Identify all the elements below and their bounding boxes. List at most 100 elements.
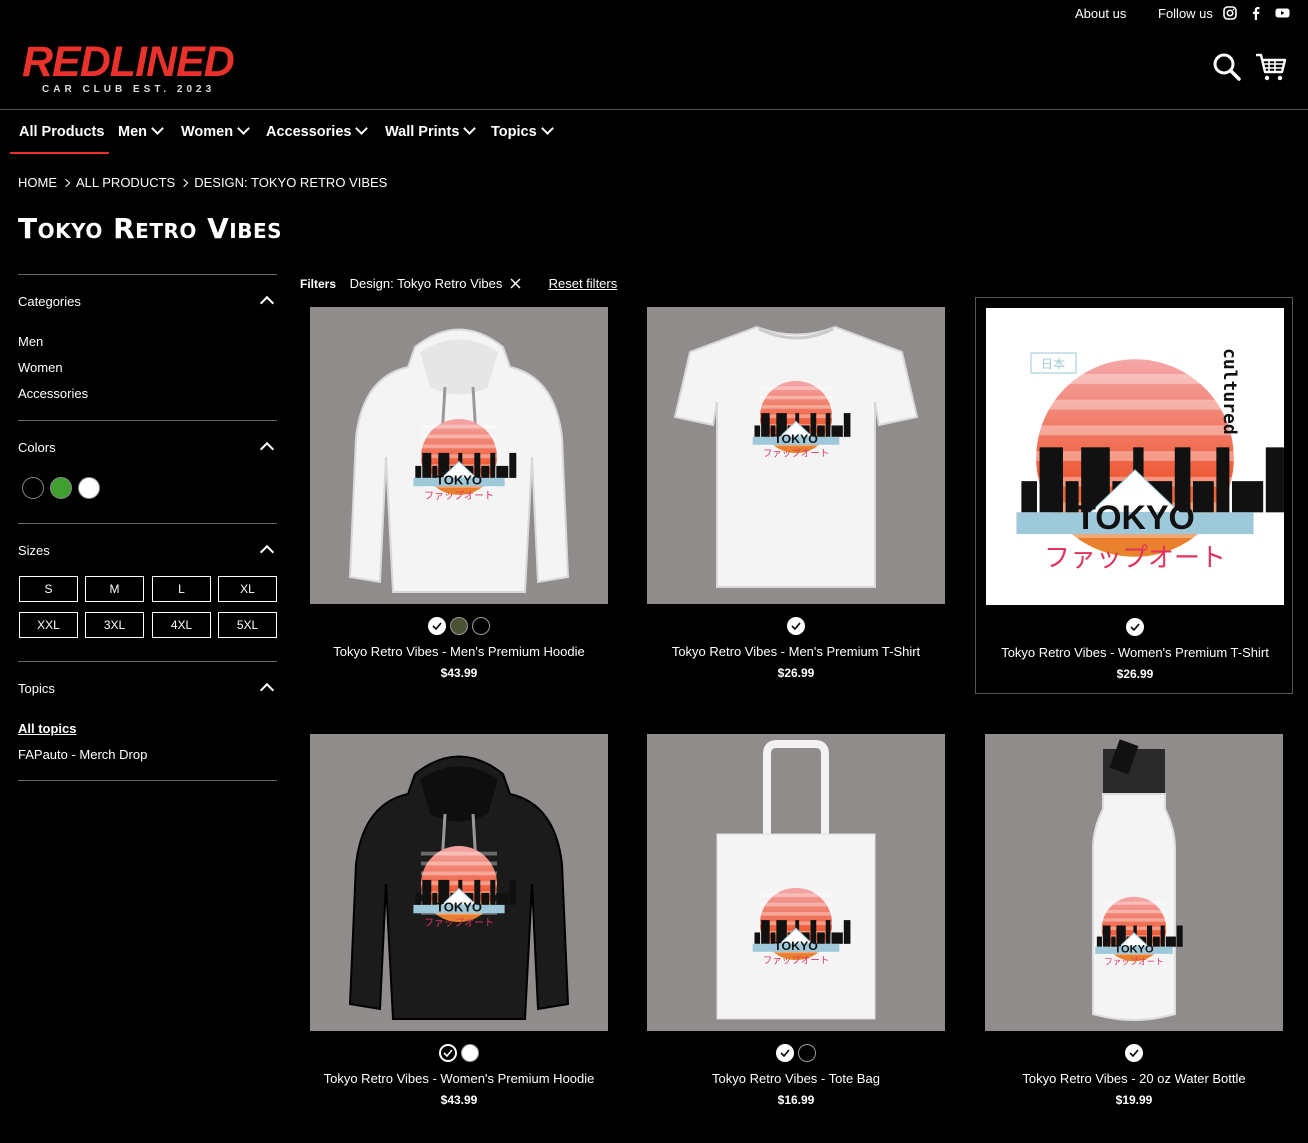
product-price: $43.99 — [440, 1093, 478, 1107]
product-image[interactable]: TOKYO ファップオート cultured 日本 — [986, 308, 1284, 605]
product-card[interactable]: TOKYO ファップオート Tokyo Retro Vibes - Men's … — [300, 297, 618, 694]
color-options — [300, 617, 618, 635]
nav-accessories[interactable]: Accessories — [266, 122, 369, 140]
color-option[interactable] — [787, 617, 805, 635]
color-options — [300, 1044, 618, 1062]
color-options — [976, 618, 1294, 636]
product-card[interactable]: TOKYO ファップオート Tokyo Retro Vibes - Men's … — [637, 297, 955, 694]
breadcrumb: HOME ALL PRODUCTS DESIGN: TOKYO RETRO VIBE… — [18, 175, 387, 190]
product-card[interactable]: TOKYO ファップオート Tokyo Retro Vibes - Tote B… — [637, 724, 955, 1121]
chevron-up-icon[interactable] — [259, 682, 275, 698]
cart-icon[interactable] — [1254, 50, 1288, 84]
chevron-up-icon[interactable] — [259, 441, 275, 457]
color-option[interactable] — [776, 1044, 794, 1062]
breadcrumb-all-products[interactable]: ALL PRODUCTS — [76, 175, 175, 190]
color-option[interactable] — [1126, 618, 1144, 636]
topic-fapauto-merch-drop[interactable]: FAPauto - Merch Drop — [18, 747, 147, 762]
product-card[interactable]: TOKYO ファップオート Tokyo Retro Vibes - 20 oz … — [975, 724, 1293, 1121]
check-icon — [791, 622, 801, 631]
chevron-down-icon — [237, 122, 250, 135]
size-5xl[interactable]: 5XL — [218, 612, 277, 638]
check-icon — [780, 1049, 790, 1058]
chevron-down-icon — [540, 122, 554, 135]
topics-heading[interactable]: Topics — [18, 681, 55, 696]
product-name[interactable]: Tokyo Retro Vibes - Tote Bag — [637, 1071, 955, 1086]
nav-wall-prints[interactable]: Wall Prints — [385, 122, 477, 140]
size-3xl[interactable]: 3XL — [85, 612, 144, 638]
logo-tagline: CAR CLUB EST. 2023 — [42, 84, 216, 95]
category-men[interactable]: Men — [18, 334, 43, 349]
divider — [18, 274, 277, 275]
color-option[interactable] — [798, 1044, 816, 1062]
color-option[interactable] — [428, 617, 446, 635]
topic-all[interactable]: All topics — [18, 721, 77, 736]
color-options — [637, 617, 955, 635]
size-m[interactable]: M — [85, 576, 144, 602]
nav-men[interactable]: Men — [118, 122, 164, 140]
about-us-link[interactable]: About us — [1075, 6, 1126, 21]
product-image[interactable]: TOKYO ファップオート — [985, 734, 1283, 1031]
chevron-down-icon — [355, 122, 369, 135]
product-price: $19.99 — [1115, 1093, 1153, 1107]
svg-text:TOKYO: TOKYO — [436, 472, 482, 487]
active-filter-chip[interactable]: Design: Tokyo Retro Vibes — [350, 276, 525, 291]
filter-bar: Filters Design: Tokyo Retro Vibes Reset … — [300, 276, 617, 291]
size-l[interactable]: L — [152, 576, 211, 602]
youtube-icon[interactable] — [1275, 6, 1290, 20]
search-icon[interactable] — [1210, 50, 1244, 84]
product-image[interactable]: TOKYO ファップオート — [310, 307, 608, 604]
chevron-up-icon[interactable] — [259, 544, 275, 560]
product-name[interactable]: Tokyo Retro Vibes - Men's Premium T-Shir… — [637, 644, 955, 659]
color-swatch-black[interactable] — [22, 477, 44, 499]
color-option[interactable] — [439, 1044, 457, 1062]
reset-filters-link[interactable]: Reset filters — [549, 276, 618, 291]
sizes-heading[interactable]: Sizes — [18, 543, 50, 558]
product-name[interactable]: Tokyo Retro Vibes - Women's Premium T-Sh… — [976, 645, 1294, 660]
color-swatch-green[interactable] — [50, 477, 72, 499]
category-accessories[interactable]: Accessories — [18, 386, 88, 401]
breadcrumb-current: DESIGN: TOKYO RETRO VIBES — [194, 175, 388, 190]
page-title: Tokyo Retro Vibes — [18, 212, 283, 245]
breadcrumb-home[interactable]: HOME — [18, 175, 57, 190]
svg-text:ファップオート: ファップオート — [763, 956, 830, 967]
facebook-icon[interactable] — [1249, 6, 1263, 20]
size-xl[interactable]: XL — [218, 576, 277, 602]
size-xxl[interactable]: XXL — [19, 612, 78, 638]
product-price: $43.99 — [440, 666, 478, 680]
filters-label: Filters — [300, 277, 337, 291]
color-option[interactable] — [472, 617, 490, 635]
color-option[interactable] — [1125, 1044, 1143, 1062]
color-options — [637, 1044, 955, 1062]
chevron-down-icon — [463, 122, 477, 135]
color-option[interactable] — [461, 1044, 479, 1062]
size-4xl[interactable]: 4XL — [152, 612, 211, 638]
nav-active-indicator — [10, 152, 109, 154]
svg-text:ファップオート: ファップオート — [1104, 958, 1164, 968]
nav-women[interactable]: Women — [181, 122, 250, 140]
categories-heading[interactable]: Categories — [18, 294, 81, 309]
size-s[interactable]: S — [19, 576, 78, 602]
product-card[interactable]: TOKYO ファップオート Tokyo Retro Vibes - Women'… — [300, 724, 618, 1121]
color-option[interactable] — [450, 617, 468, 635]
color-swatch-white[interactable] — [78, 477, 100, 499]
svg-text:ファップオート: ファップオート — [424, 490, 494, 502]
product-image[interactable]: TOKYO ファップオート — [647, 307, 945, 604]
product-name[interactable]: Tokyo Retro Vibes - Men's Premium Hoodie — [300, 644, 618, 659]
logo-wordmark: REDLINED — [22, 38, 235, 86]
nav-topics[interactable]: Topics — [491, 122, 554, 140]
colors-heading[interactable]: Colors — [18, 440, 56, 455]
product-image[interactable]: TOKYO ファップオート — [647, 734, 945, 1031]
product-name[interactable]: Tokyo Retro Vibes - 20 oz Water Bottle — [975, 1071, 1293, 1086]
chevron-up-icon[interactable] — [259, 295, 275, 311]
product-card[interactable]: TOKYO ファップオート cultured 日本 Tokyo Retro Vi… — [975, 297, 1293, 694]
chevron-down-icon — [151, 122, 164, 135]
close-icon — [510, 278, 521, 289]
chevron-right-icon — [61, 178, 71, 188]
product-price: $16.99 — [777, 1093, 815, 1107]
product-name[interactable]: Tokyo Retro Vibes - Women's Premium Hood… — [300, 1071, 618, 1086]
instagram-icon[interactable] — [1223, 6, 1237, 20]
category-women[interactable]: Women — [18, 360, 63, 375]
nav-all-products[interactable]: All Products — [19, 124, 104, 140]
site-header: REDLINED CAR CLUB EST. 2023 — [0, 28, 1308, 110]
product-image[interactable]: TOKYO ファップオート — [310, 734, 608, 1031]
